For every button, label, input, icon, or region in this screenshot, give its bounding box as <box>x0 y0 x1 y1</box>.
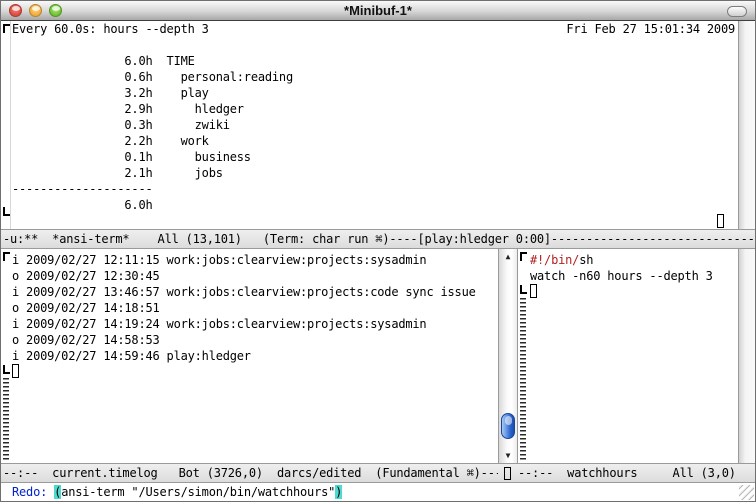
modeline-gap <box>498 463 516 483</box>
buffer-line: o 2009/02/27 14:58:53 <box>12 332 498 348</box>
term-modeline[interactable]: -u:** *ansi-term* All (13,101) (Term: ch… <box>1 229 756 249</box>
empty-line-indicator <box>3 378 9 462</box>
buffer-line: 0.1h business <box>12 149 738 165</box>
minibuffer-prompt: Redo: <box>12 485 54 499</box>
term-header: Every 60.0s: hours --depth 3 Fri Feb 27 … <box>12 21 738 37</box>
buffer-end-indicator <box>520 285 527 294</box>
term-scrollbar-track[interactable] <box>738 21 756 229</box>
script-scrollbar-track[interactable] <box>738 249 756 463</box>
script-command-line: watch -n60 hours --depth 3 <box>530 268 738 284</box>
buffer-end-indicator <box>3 365 10 374</box>
buffer-line: 2.2h work <box>12 133 738 149</box>
buffer-line: 0.6h personal:reading <box>12 69 738 85</box>
blank-line <box>12 37 738 53</box>
term-pane[interactable]: Every 60.0s: hours --depth 3 Fri Feb 27 … <box>11 21 738 229</box>
timelog-scrollbar[interactable]: ▲ ▼ <box>498 249 518 463</box>
emacs-frame: *Minibuf-1* Every 60.0s: hours --depth 3… <box>0 0 756 502</box>
timelog-entries: i 2009/02/27 12:11:15 work:jobs:clearvie… <box>12 252 498 364</box>
titlebar[interactable]: *Minibuf-1* <box>1 1 755 21</box>
shebang-red-text: #!/bin/ <box>530 253 579 267</box>
buffer-end-indicator <box>3 207 10 216</box>
modeline-gap-cursor <box>504 467 511 480</box>
script-pane[interactable]: #!/bin/sh watch -n60 hours --depth 3 <box>530 249 738 463</box>
scroll-down-icon[interactable]: ▼ <box>499 449 517 462</box>
buffer-line: -------------------- <box>12 181 738 197</box>
term-header-command: Every 60.0s: hours --depth 3 <box>12 21 209 37</box>
buffer-line: i 2009/02/27 12:11:15 work:jobs:clearvie… <box>12 252 498 268</box>
close-paren-highlight: ) <box>335 485 342 499</box>
buffer-line: 2.9h hledger <box>12 101 738 117</box>
timelog-modeline[interactable]: --:-- current.timelog Bot (3726,0) darcs… <box>1 463 498 483</box>
hours-report: 6.0h TIME 0.6h personal:reading 3.2h pla… <box>12 53 738 213</box>
buffer-line: 6.0h TIME <box>12 53 738 69</box>
timelog-cursor <box>12 364 19 378</box>
buffer-line: 2.1h jobs <box>12 165 738 181</box>
buffer-top-indicator <box>520 252 527 261</box>
buffer-line: i 2009/02/27 13:46:57 work:jobs:clearvie… <box>12 284 498 300</box>
minibuffer-command: ansi-term "/Users/simon/bin/watchhours" <box>61 485 335 499</box>
buffer-top-indicator <box>3 24 10 33</box>
shebang-rest-text: sh <box>579 253 593 267</box>
terminal-cursor <box>717 214 724 228</box>
buffer-line: 6.0h <box>12 197 738 213</box>
buffer-line: o 2009/02/27 14:18:51 <box>12 300 498 316</box>
script-modeline[interactable]: --:-- watchhours All (3,0) <box>516 463 756 483</box>
resize-grip-icon[interactable] <box>739 485 754 500</box>
shebang-line: #!/bin/sh <box>530 252 738 268</box>
minibuffer[interactable]: Redo: (ansi-term "/Users/simon/bin/watch… <box>1 483 756 502</box>
scrollbar-thumb[interactable] <box>501 413 515 439</box>
buffer-line: 0.3h zwiki <box>12 117 738 133</box>
buffer-line: 3.2h play <box>12 85 738 101</box>
buffer-line: o 2009/02/27 12:30:45 <box>12 268 498 284</box>
timelog-pane[interactable]: i 2009/02/27 12:11:15 work:jobs:clearvie… <box>11 249 498 463</box>
buffer-top-indicator <box>3 252 10 261</box>
term-header-date: Fri Feb 27 15:01:34 2009 <box>566 21 735 37</box>
toolbar-pill-button[interactable] <box>727 6 747 17</box>
buffer-line: i 2009/02/27 14:19:24 work:jobs:clearvie… <box>12 316 498 332</box>
buffer-line: i 2009/02/27 14:59:46 play:hledger <box>12 348 498 364</box>
scroll-up-icon[interactable]: ▲ <box>499 250 517 263</box>
script-cursor <box>530 284 537 298</box>
empty-line-indicator <box>520 298 526 462</box>
window-title: *Minibuf-1* <box>1 3 755 18</box>
